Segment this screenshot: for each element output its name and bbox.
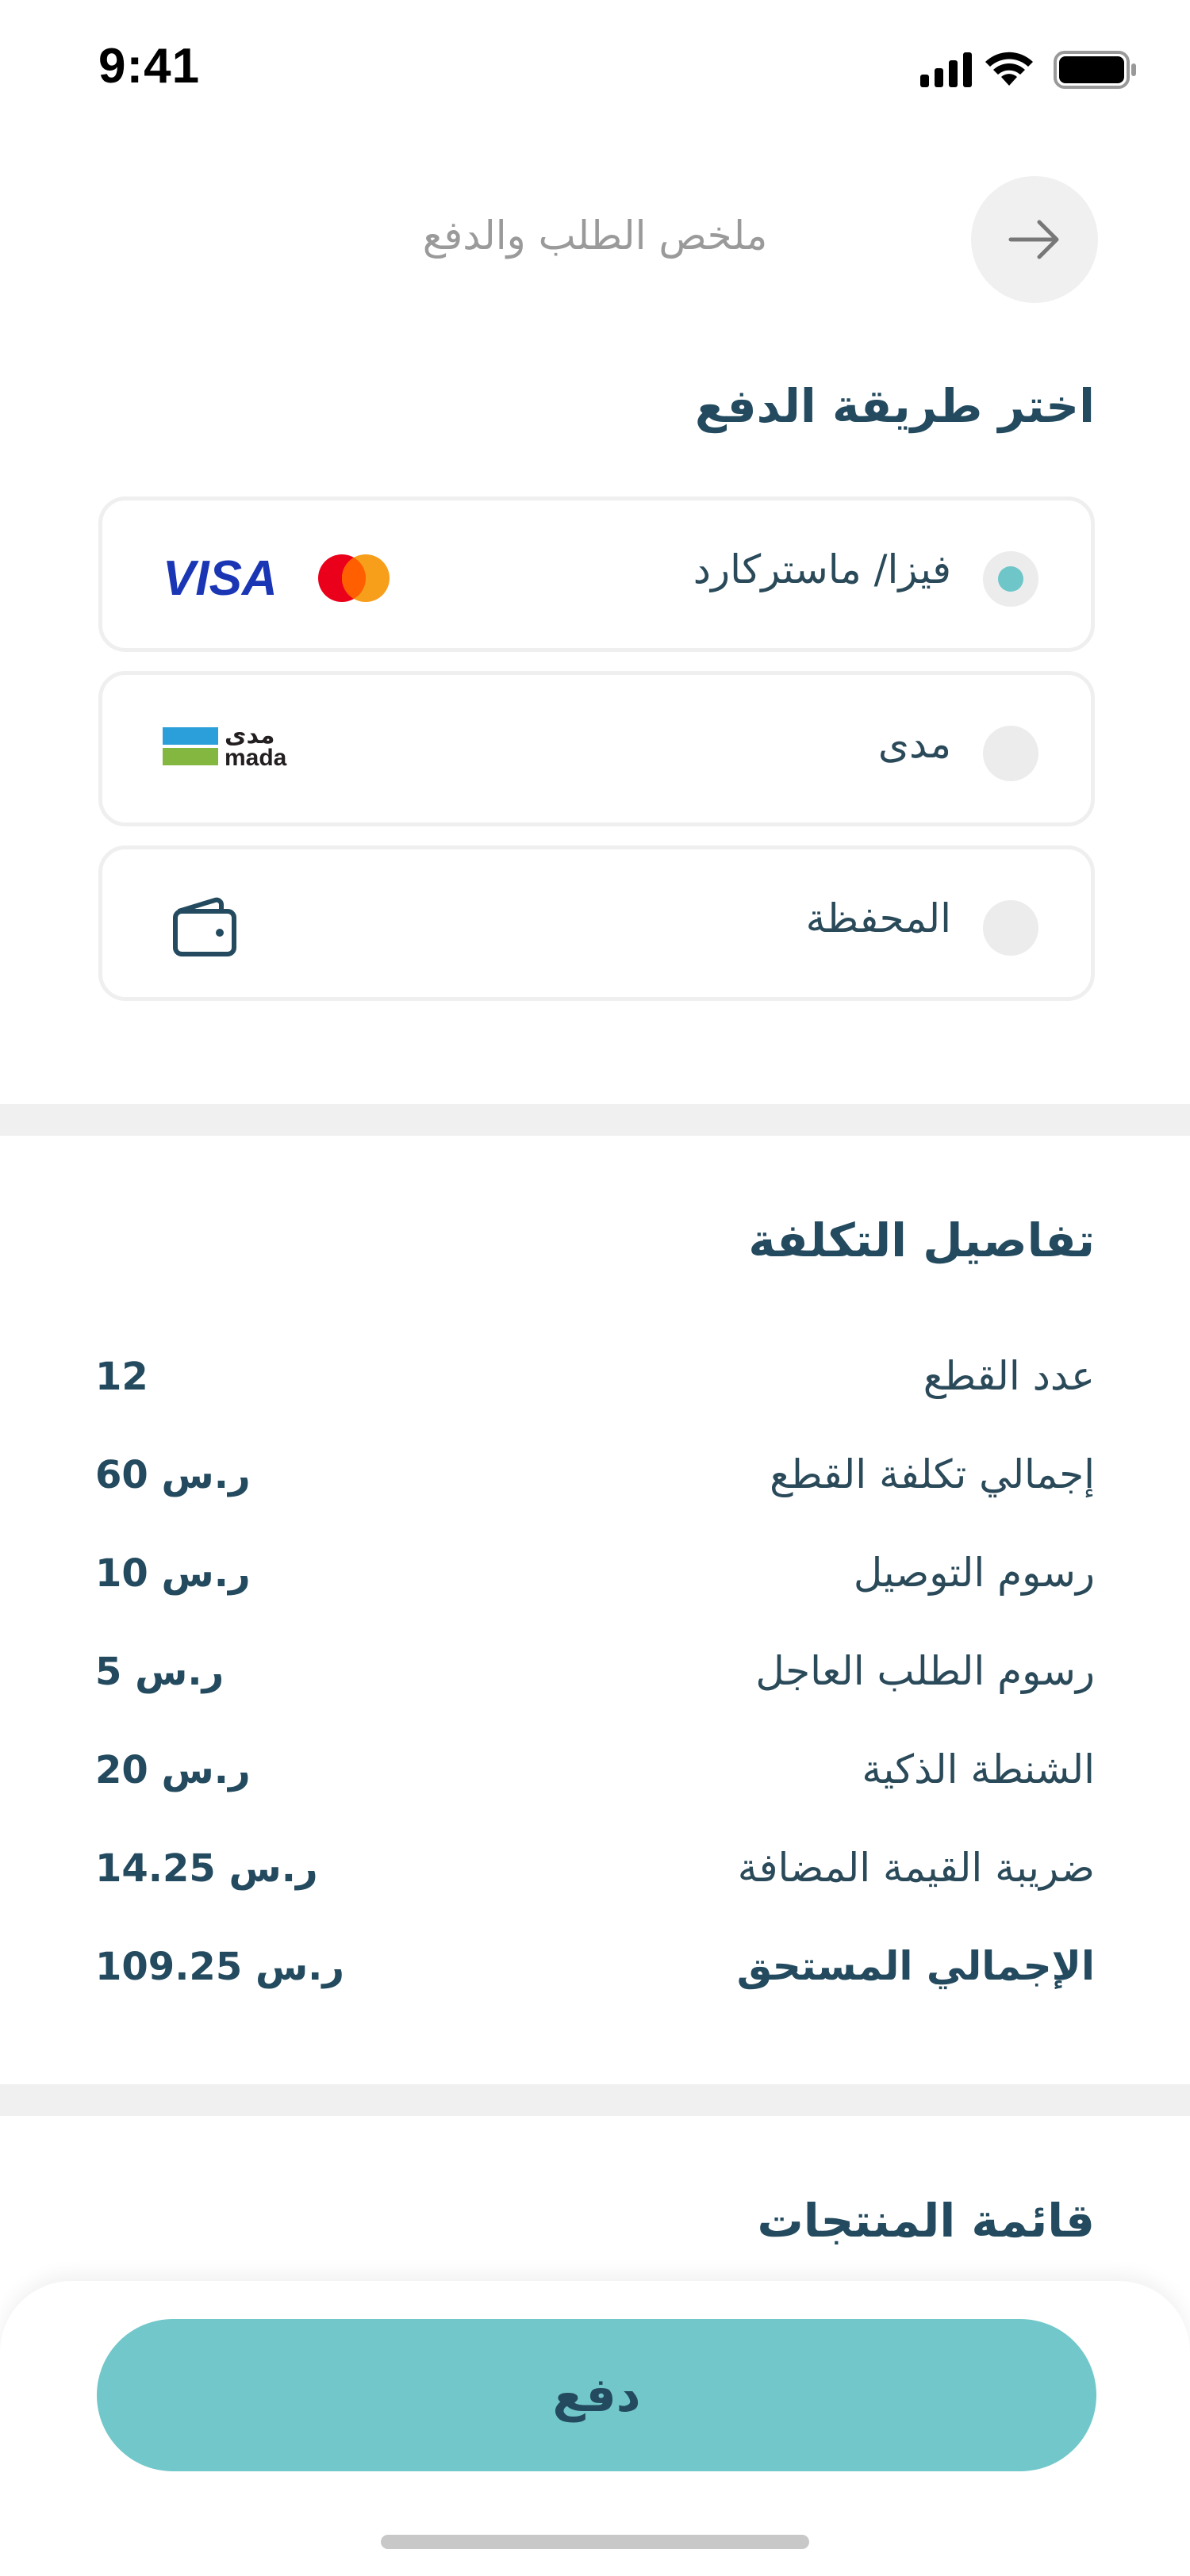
payment-summary-screen: 9:41 ملخص الطلب والدفع اختر طريقة الدفع … — [0, 0, 1190, 2576]
payment-option-mada[interactable]: مدى مدى mada — [98, 671, 1095, 826]
cost-row-urgent-fee: رسوم الطلب العاجل 5 ر.س — [95, 1648, 1095, 1712]
cost-value: 60 ر.س — [95, 1453, 251, 1497]
cost-row-vat: ضريبة القيمة المضافة 14.25 ر.س — [95, 1845, 1095, 1908]
cost-label: الإجمالي المستحق — [736, 1943, 1095, 1989]
cost-row-total-due: الإجمالي المستحق 109.25 ر.س — [95, 1943, 1095, 2007]
wifi-icon — [985, 52, 1033, 86]
cost-value: 20 ر.س — [95, 1748, 251, 1792]
cost-label: عدد القطع — [923, 1353, 1095, 1399]
cost-row-delivery-fee: رسوم التوصيل 10 ر.س — [95, 1550, 1095, 1613]
mada-logo: مدى mada — [163, 716, 305, 792]
payment-option-label: مدى — [877, 721, 951, 767]
payment-section-title: اختر طريقة الدفع — [695, 379, 1095, 433]
battery-icon — [1054, 51, 1136, 89]
radio-selected[interactable] — [983, 551, 1038, 607]
cost-section-title: تفاصيل التكلفة — [748, 1213, 1095, 1267]
status-time: 9:41 — [98, 39, 201, 94]
home-indicator — [381, 2535, 809, 2549]
pay-button[interactable]: دفع — [97, 2319, 1096, 2471]
section-divider — [0, 1104, 1190, 1136]
visa-mastercard-logo: VISA — [163, 540, 401, 616]
cost-value: 5 ر.س — [95, 1650, 225, 1694]
arrow-right-icon — [1008, 220, 1059, 259]
svg-text:mada: mada — [225, 745, 287, 771]
payment-option-wallet[interactable]: المحفظة — [98, 845, 1095, 1001]
cost-label: رسوم الطلب العاجل — [755, 1648, 1095, 1694]
cost-label: رسوم التوصيل — [853, 1550, 1095, 1596]
section-divider — [0, 2084, 1190, 2116]
radio-unselected[interactable] — [983, 726, 1038, 781]
payment-option-visa-mastercard[interactable]: فيزا/ ماستركارد VISA — [98, 496, 1095, 652]
cost-value: 109.25 ر.س — [95, 1945, 345, 1989]
cost-value: 14.25 ر.س — [95, 1846, 318, 1891]
wallet-icon — [169, 891, 240, 967]
mastercard-logo — [318, 554, 390, 602]
products-section-title: قائمة المنتجات — [757, 2194, 1095, 2248]
radio-unselected[interactable] — [983, 900, 1038, 956]
cost-row-pieces-count: عدد القطع 12 — [95, 1353, 1095, 1416]
cost-label: الشنطة الذكية — [862, 1746, 1095, 1792]
page-title: ملخص الطلب والدفع — [422, 213, 768, 259]
payment-option-label: فيزا/ ماستركارد — [693, 546, 951, 592]
cost-label: إجمالي تكلفة القطع — [770, 1451, 1095, 1497]
svg-text:VISA: VISA — [163, 551, 278, 606]
back-button[interactable] — [971, 176, 1098, 303]
status-bar: 9:41 — [0, 0, 1190, 143]
cost-row-pieces-total: إجمالي تكلفة القطع 60 ر.س — [95, 1451, 1095, 1515]
cost-value: 10 ر.س — [95, 1551, 251, 1596]
radio-dot — [998, 566, 1023, 592]
status-icons — [920, 46, 1142, 94]
cost-label: ضريبة القيمة المضافة — [737, 1845, 1095, 1891]
cost-value: 12 — [95, 1355, 148, 1399]
cost-row-smart-bag: الشنطة الذكية 20 ر.س — [95, 1746, 1095, 1810]
bottom-action-bar: دفع — [0, 2281, 1190, 2576]
payment-option-label: المحفظة — [805, 895, 951, 941]
cellular-signal-icon — [920, 52, 972, 87]
